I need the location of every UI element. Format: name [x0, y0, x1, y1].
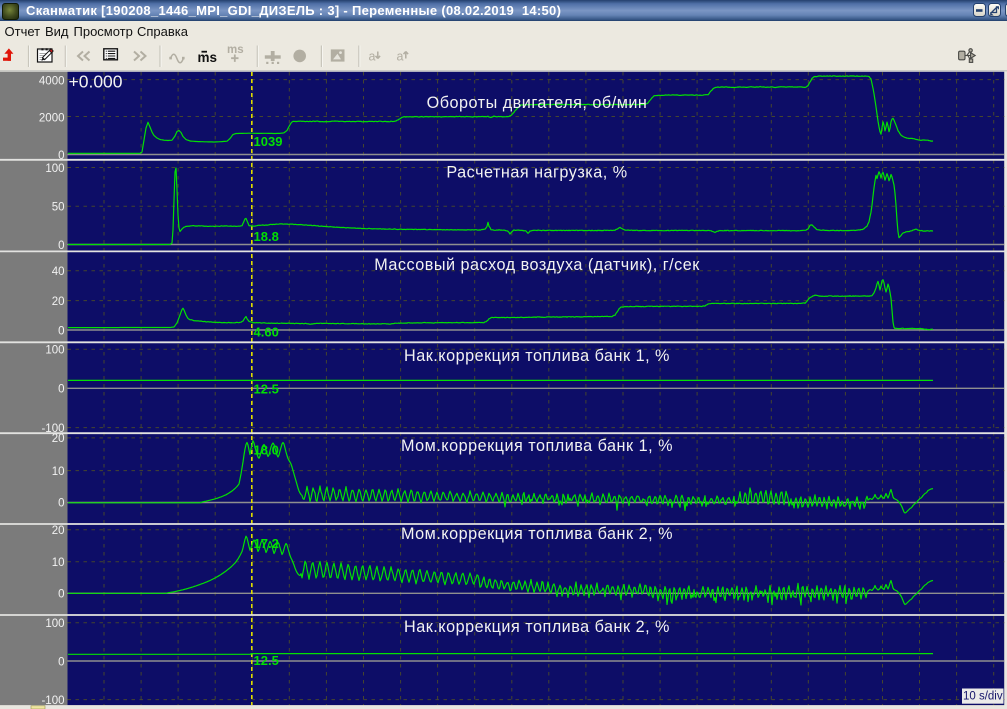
- svg-text:0: 0: [58, 498, 64, 510]
- svg-text:0: 0: [58, 240, 64, 252]
- svg-text:18.8: 18.8: [254, 229, 279, 244]
- svg-text:Мом.коррекция топлива банк 1,: Мом.коррекция топлива банк 1, %: [401, 437, 673, 455]
- svg-text:Нак.коррекция топлива банк 1,: Нак.коррекция топлива банк 1, %: [404, 347, 670, 365]
- svg-text:20: 20: [52, 296, 65, 308]
- svg-text:Обороты двигателя, об/мин: Обороты двигателя, об/мин: [427, 94, 648, 112]
- svg-text:100: 100: [45, 345, 64, 357]
- svg-text:0: 0: [58, 384, 64, 396]
- svg-text:0: 0: [58, 656, 64, 668]
- svg-text:2000: 2000: [39, 112, 65, 124]
- svg-text:Расчетная нагрузка, %: Расчетная нагрузка, %: [446, 163, 627, 181]
- svg-text:ms: ms: [227, 44, 244, 56]
- svg-text:0: 0: [58, 589, 64, 601]
- svg-text:10: 10: [52, 466, 65, 478]
- svg-text:Нак.коррекция топлива банк 2,: Нак.коррекция топлива банк 2, %: [404, 618, 670, 636]
- svg-text:-100: -100: [41, 695, 64, 707]
- svg-text:18.0: 18.0: [254, 443, 279, 458]
- svg-text:0: 0: [58, 150, 64, 162]
- svg-text:12.5: 12.5: [254, 653, 279, 668]
- svg-text:20: 20: [52, 433, 65, 445]
- svg-text:100: 100: [45, 618, 64, 630]
- svg-text:a: a: [369, 49, 376, 63]
- svg-text:0: 0: [58, 325, 64, 337]
- svg-text:17.2: 17.2: [254, 536, 279, 551]
- svg-text:40: 40: [52, 266, 65, 278]
- svg-text:50: 50: [52, 202, 65, 214]
- svg-text:4.60: 4.60: [254, 325, 279, 340]
- svg-text:12.5: 12.5: [254, 382, 279, 397]
- svg-text:Массовый расход воздуха (датчи: Массовый расход воздуха (датчик), г/сек: [374, 256, 700, 274]
- svg-text:+0.000: +0.000: [69, 72, 123, 92]
- svg-text:1039: 1039: [254, 134, 283, 149]
- svg-text:10 s/div: 10 s/div: [963, 691, 1003, 703]
- svg-text:Мом.коррекция топлива банк 2,: Мом.коррекция топлива банк 2, %: [401, 525, 673, 543]
- svg-text:4000: 4000: [39, 75, 65, 87]
- svg-text:a: a: [397, 49, 404, 63]
- svg-text:10: 10: [52, 557, 65, 569]
- svg-text:100: 100: [45, 163, 64, 175]
- svg-text:20: 20: [52, 525, 65, 537]
- svg-text:ms: ms: [198, 50, 218, 65]
